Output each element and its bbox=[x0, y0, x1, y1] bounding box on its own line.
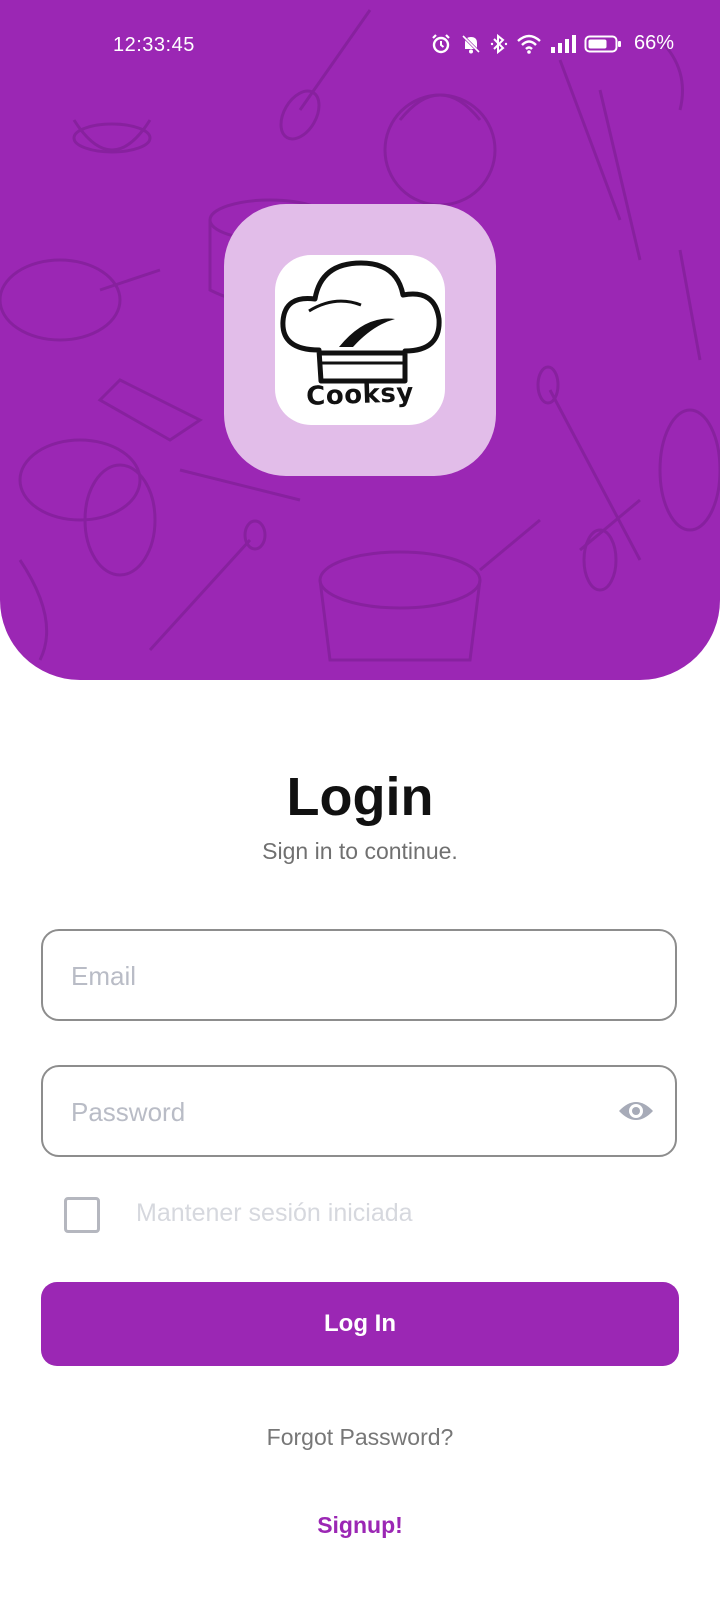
app-logo-tile: Cooksy bbox=[224, 204, 496, 476]
password-field[interactable] bbox=[41, 1065, 677, 1157]
header-banner: 12:33:45 66% Cooksy bbox=[0, 0, 720, 680]
bluetooth-icon bbox=[490, 33, 508, 55]
email-field[interactable] bbox=[41, 929, 677, 1021]
remember-session-checkbox[interactable] bbox=[64, 1197, 100, 1233]
signal-icon bbox=[550, 33, 576, 55]
signup-link[interactable]: Signup! bbox=[0, 1512, 720, 1539]
login-button[interactable]: Log In bbox=[41, 1282, 679, 1366]
forgot-password-link[interactable]: Forgot Password? bbox=[0, 1424, 720, 1451]
app-logo-text: Cooksy bbox=[305, 378, 415, 412]
wifi-icon bbox=[516, 33, 542, 55]
bell-muted-icon bbox=[460, 33, 482, 55]
page-subtitle: Sign in to continue. bbox=[262, 838, 458, 864]
battery-icon bbox=[584, 33, 622, 55]
alarm-icon bbox=[430, 33, 452, 55]
email-input[interactable] bbox=[69, 931, 613, 1021]
page-title: Login bbox=[286, 767, 434, 827]
status-icons: 66% bbox=[430, 32, 674, 55]
status-bar: 12:33:45 66% bbox=[0, 0, 720, 90]
app-logo: Cooksy bbox=[275, 255, 445, 425]
eye-icon[interactable] bbox=[617, 1097, 655, 1125]
status-time: 12:33:45 bbox=[113, 34, 195, 56]
password-input[interactable] bbox=[69, 1067, 613, 1157]
remember-session-label: Mantener sesión iniciada bbox=[136, 1199, 413, 1227]
battery-percent: 66% bbox=[633, 32, 674, 54]
